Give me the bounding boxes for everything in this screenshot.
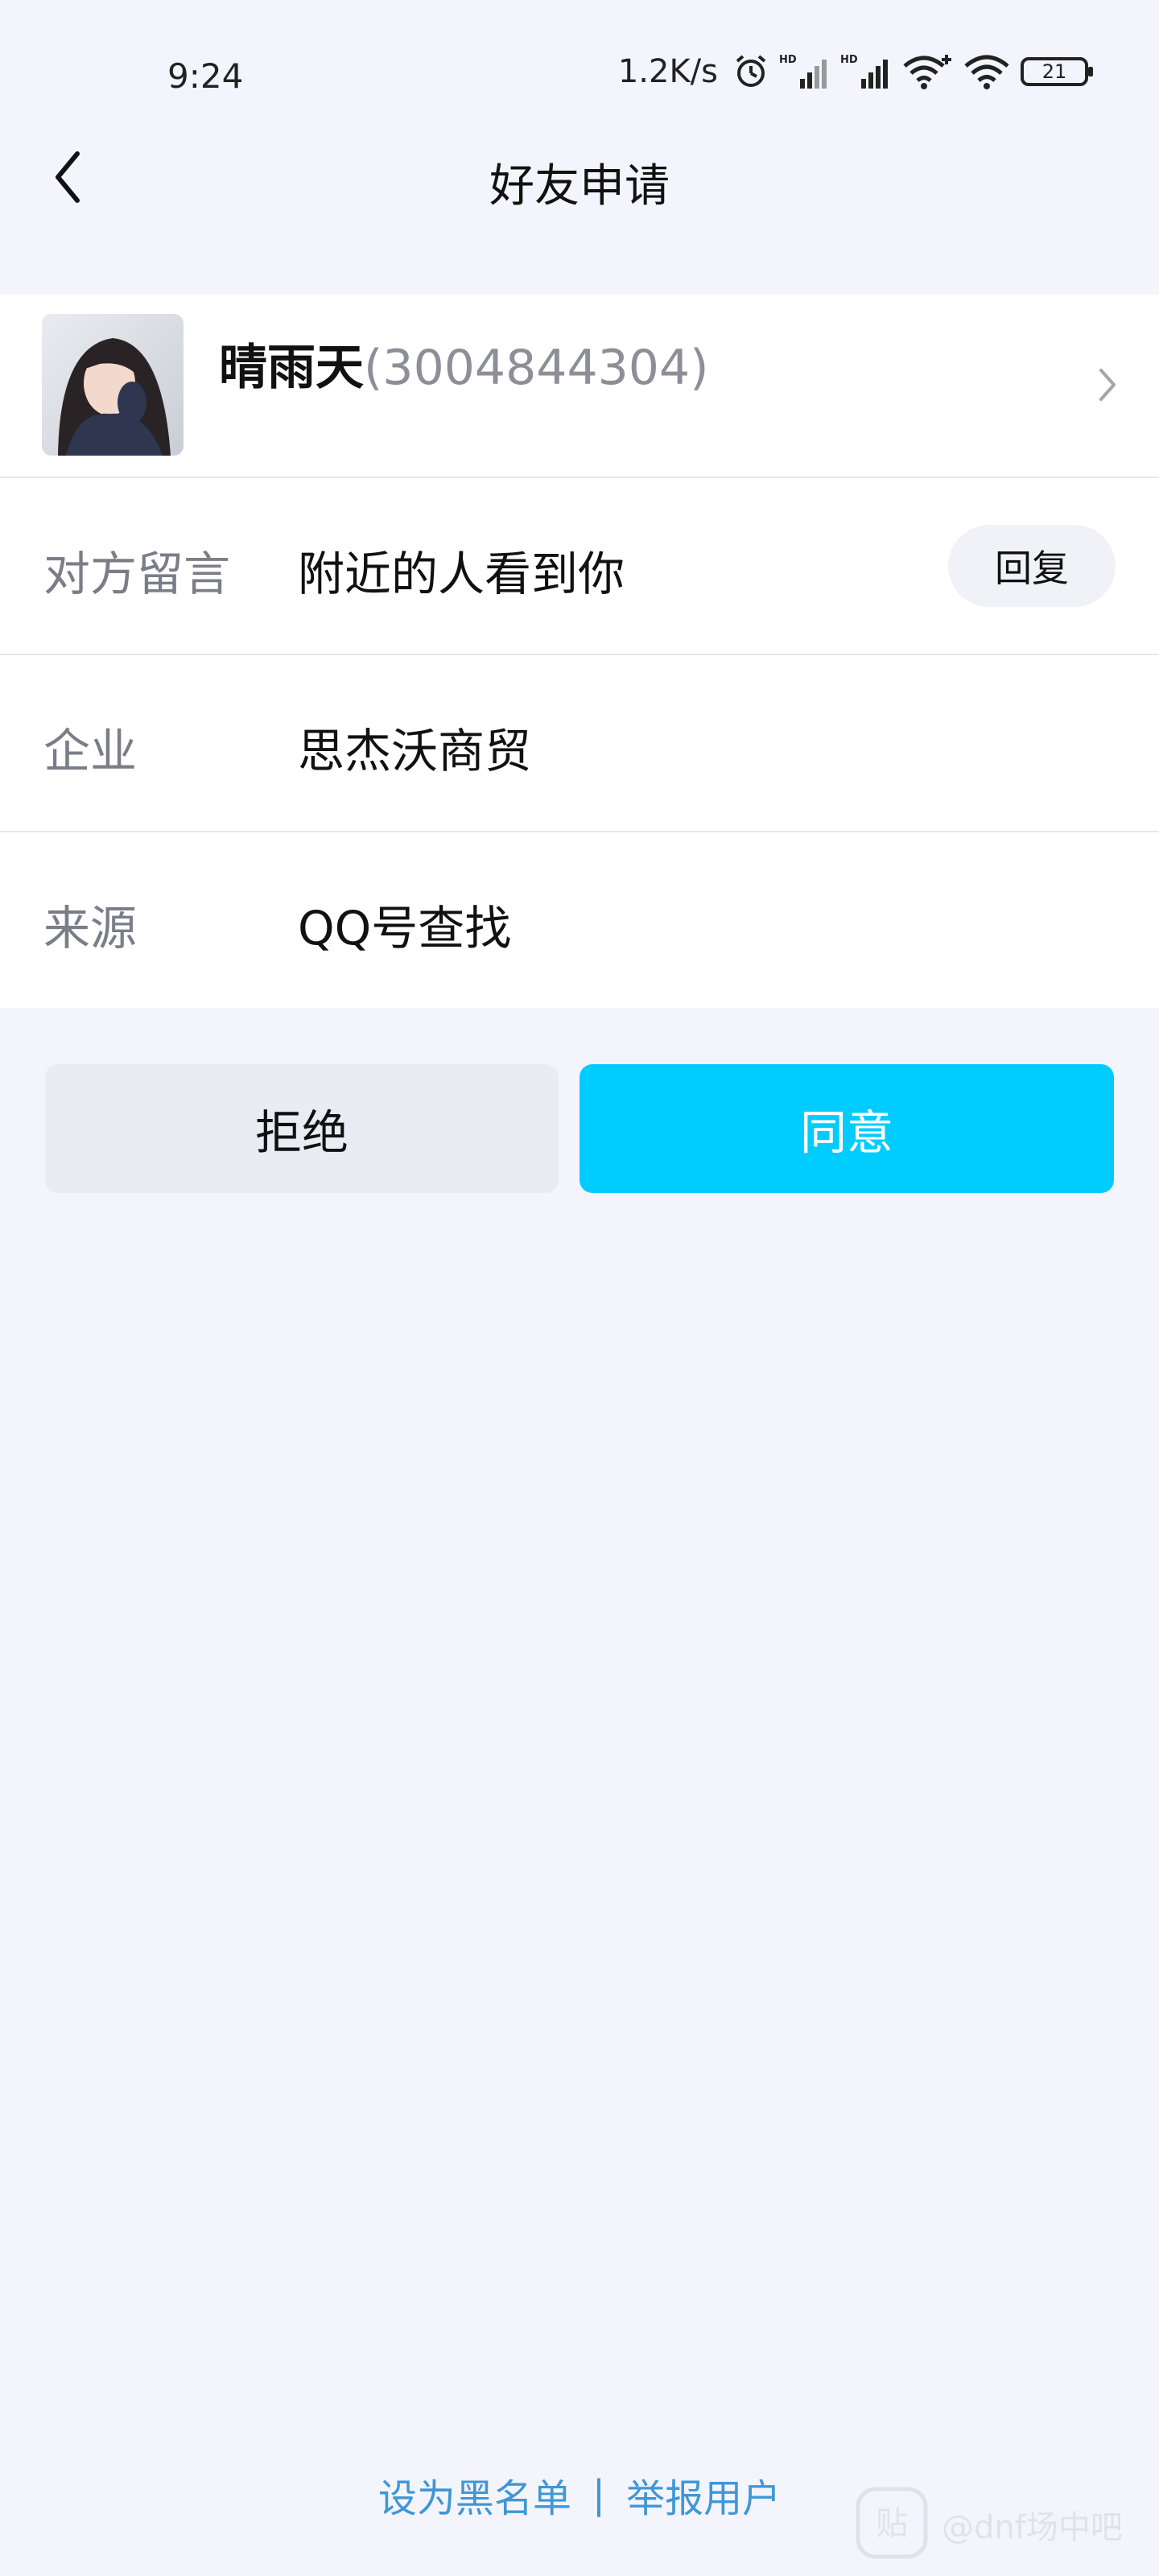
svg-text:HD: HD <box>840 54 858 66</box>
reply-button[interactable]: 回复 <box>948 525 1116 607</box>
watermark-text: @dnf场中吧 <box>942 2509 1123 2546</box>
svg-text:贴: 贴 <box>876 2505 908 2542</box>
reject-button[interactable]: 拒绝 <box>45 1064 559 1193</box>
company-row: 企业 思杰沃商贸 <box>0 655 1159 832</box>
page-title: 好友申请 <box>489 160 670 213</box>
source-row: 来源 QQ号查找 <box>0 832 1159 1008</box>
accept-button[interactable]: 同意 <box>580 1064 1114 1193</box>
tieba-logo-icon: 贴 <box>853 2484 930 2565</box>
header: 好友申请 <box>0 121 1159 242</box>
status-time: 9:24 <box>167 56 244 96</box>
footer-divider: | <box>592 2472 606 2517</box>
alarm-icon <box>732 53 769 90</box>
status-right: 1.2K/s HD HD 21 <box>618 53 1095 90</box>
profile-row[interactable]: 晴雨天(3004844304) <box>0 295 1159 478</box>
wifi-plus-icon <box>901 53 953 90</box>
profile-name: 晴雨天 <box>219 340 364 396</box>
company-value: 思杰沃商贸 <box>298 724 532 778</box>
message-row: 对方留言 附近的人看到你 回复 <box>0 478 1159 655</box>
message-label: 对方留言 <box>43 547 231 601</box>
network-speed: 1.2K/s <box>617 53 718 90</box>
signal-hd-icon: HD <box>779 53 831 90</box>
profile-name-line: 晴雨天(3004844304) <box>219 328 709 398</box>
source-label: 来源 <box>43 901 138 956</box>
source-value: QQ号查找 <box>298 901 512 956</box>
chevron-right-icon <box>1096 365 1119 407</box>
report-user-link[interactable]: 举报用户 <box>626 2467 781 2523</box>
wifi-icon <box>963 53 1011 90</box>
message-value: 附近的人看到你 <box>298 547 625 601</box>
svg-text:HD: HD <box>779 54 797 66</box>
blacklist-link[interactable]: 设为黑名单 <box>378 2467 571 2523</box>
company-label: 企业 <box>43 724 138 778</box>
signal-hd-icon: HD <box>840 53 892 90</box>
battery-level: 21 <box>1041 60 1067 83</box>
profile-qq-id: (3004844304) <box>364 340 709 396</box>
battery-icon: 21 <box>1021 56 1095 88</box>
watermark: 贴 @dnf场中吧 <box>853 2484 1123 2565</box>
avatar[interactable] <box>42 314 184 456</box>
